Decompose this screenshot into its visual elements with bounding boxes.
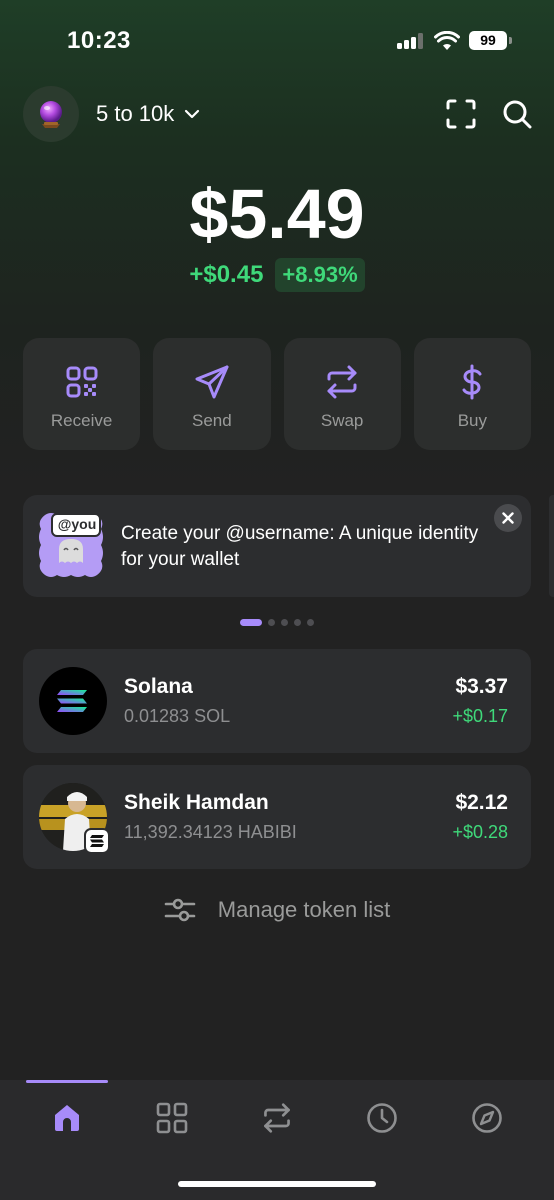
account-name: 5 to 10k — [96, 101, 175, 126]
pagination-dot-active[interactable] — [240, 619, 262, 626]
manage-token-list-label: Manage token list — [217, 897, 391, 922]
nav-home[interactable] — [37, 1097, 97, 1139]
token-value: $3.37 — [455, 675, 508, 698]
swap-icon — [264, 1103, 290, 1133]
swap-icon — [327, 365, 357, 399]
nav-explore[interactable] — [457, 1097, 517, 1139]
battery-indicator: 99 — [469, 31, 507, 50]
balance-change: +$0.45 +8.93% — [0, 258, 554, 292]
dollar-icon — [462, 364, 482, 400]
swap-label: Swap — [320, 411, 364, 430]
solana-logo — [39, 667, 107, 735]
balance-change-amount: +$0.45 — [189, 261, 264, 288]
swap-button[interactable]: Swap — [283, 338, 401, 450]
home-icon — [55, 1105, 79, 1131]
nav-activity[interactable] — [352, 1097, 412, 1139]
account-switcher[interactable]: 5 to 10k — [96, 96, 200, 132]
sliders-icon — [164, 898, 196, 922]
token-name: Sheik Hamdan — [124, 791, 269, 814]
solana-badge-icon — [90, 835, 104, 847]
buy-button[interactable]: Buy — [413, 338, 531, 450]
token-name: Solana — [124, 675, 193, 698]
token-amount: 0.01283 SOL — [124, 706, 231, 726]
battery-tip — [509, 37, 512, 44]
pagination-dot[interactable] — [281, 619, 288, 626]
token-change: +$0.28 — [452, 822, 508, 842]
token-row-solana[interactable]: Solana 0.01283 SOL $3.37 +$0.17 — [23, 649, 531, 753]
search-button[interactable] — [499, 96, 535, 132]
qr-code-icon — [66, 366, 98, 398]
receive-label: Receive — [50, 411, 113, 430]
action-buttons: Receive Send Swap Buy — [23, 338, 531, 450]
pagination-dot[interactable] — [294, 619, 301, 626]
receive-button[interactable]: Receive — [23, 338, 141, 450]
solana-chain-badge — [84, 828, 110, 854]
username-promo-banner[interactable]: @you Create your @username: A unique ide… — [23, 495, 531, 597]
token-change: +$0.17 — [452, 706, 508, 726]
banner-close-button[interactable] — [494, 504, 522, 532]
collectibles-grid-icon — [156, 1102, 188, 1134]
username-badge-tag: @you — [57, 516, 97, 532]
send-button[interactable]: Send — [153, 338, 271, 450]
close-icon — [502, 512, 514, 524]
cellular-signal-icon — [397, 33, 425, 49]
crystal-ball-icon — [40, 101, 62, 128]
nav-collectibles[interactable] — [142, 1097, 202, 1139]
total-balance: $5.49 — [189, 175, 365, 253]
manage-token-list-button[interactable]: Manage token list — [0, 896, 554, 924]
nav-swap[interactable] — [247, 1097, 307, 1139]
scan-button[interactable] — [443, 96, 479, 132]
send-label: Send — [192, 411, 232, 430]
send-icon — [195, 365, 229, 399]
status-time: 10:23 — [67, 27, 131, 54]
next-banner-peek — [549, 495, 554, 597]
status-bar: 10:23 99 — [0, 0, 554, 80]
pagination-dot[interactable] — [307, 619, 314, 626]
token-value: $2.12 — [455, 791, 508, 814]
activity-clock-icon — [367, 1103, 397, 1133]
buy-label: Buy — [457, 411, 488, 430]
token-row-sheik-hamdan[interactable]: Sheik Hamdan 11,392.34123 HABIBI $2.12 +… — [23, 765, 531, 869]
banner-pagination — [0, 619, 554, 626]
token-amount: 11,392.34123 HABIBI — [124, 822, 297, 842]
balance-change-percent: +8.93% — [275, 258, 365, 292]
account-avatar[interactable] — [23, 86, 79, 142]
pagination-dot[interactable] — [268, 619, 275, 626]
nav-active-indicator — [26, 1080, 108, 1083]
explore-compass-icon — [472, 1103, 502, 1133]
scan-icon — [446, 99, 476, 129]
banner-message: Create your @username: A unique identity… — [121, 523, 479, 570]
wifi-icon — [434, 31, 460, 50]
solana-icon — [57, 690, 87, 712]
home-indicator — [178, 1181, 376, 1187]
search-icon — [503, 100, 532, 129]
chevron-down-icon — [185, 109, 200, 119]
